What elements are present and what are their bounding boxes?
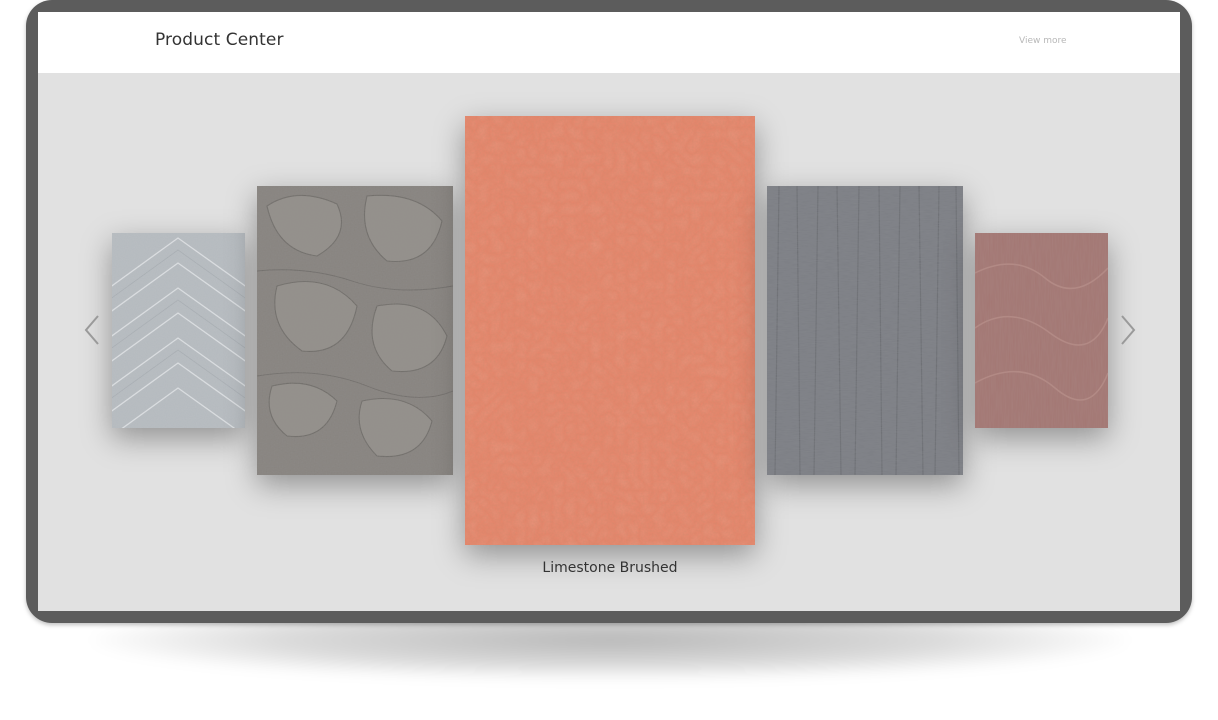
page-title: Product Center (155, 30, 284, 50)
product-card-taupe-relief[interactable] (257, 186, 453, 475)
product-card-rose-striated[interactable] (975, 233, 1108, 428)
chevron-left-icon (84, 315, 99, 345)
carousel-prev-button[interactable] (80, 313, 104, 347)
product-card-grey-ribbed[interactable] (767, 186, 963, 475)
header-bar: Product Center View more (38, 12, 1180, 73)
product-carousel: Limestone Brushed (38, 73, 1180, 611)
view-more-link[interactable]: View more (1019, 36, 1067, 46)
chevron-right-icon (1121, 315, 1136, 345)
screen: Product Center View more Limestone Brush… (38, 12, 1180, 611)
product-card-white-wood-grain[interactable] (112, 233, 245, 428)
active-product-caption: Limestone Brushed (542, 560, 678, 576)
product-card-limestone-brushed[interactable] (465, 116, 755, 545)
device-frame: Product Center View more Limestone Brush… (26, 0, 1192, 623)
carousel-next-button[interactable] (1116, 313, 1140, 347)
stage: Product Center View more Limestone Brush… (0, 0, 1218, 720)
